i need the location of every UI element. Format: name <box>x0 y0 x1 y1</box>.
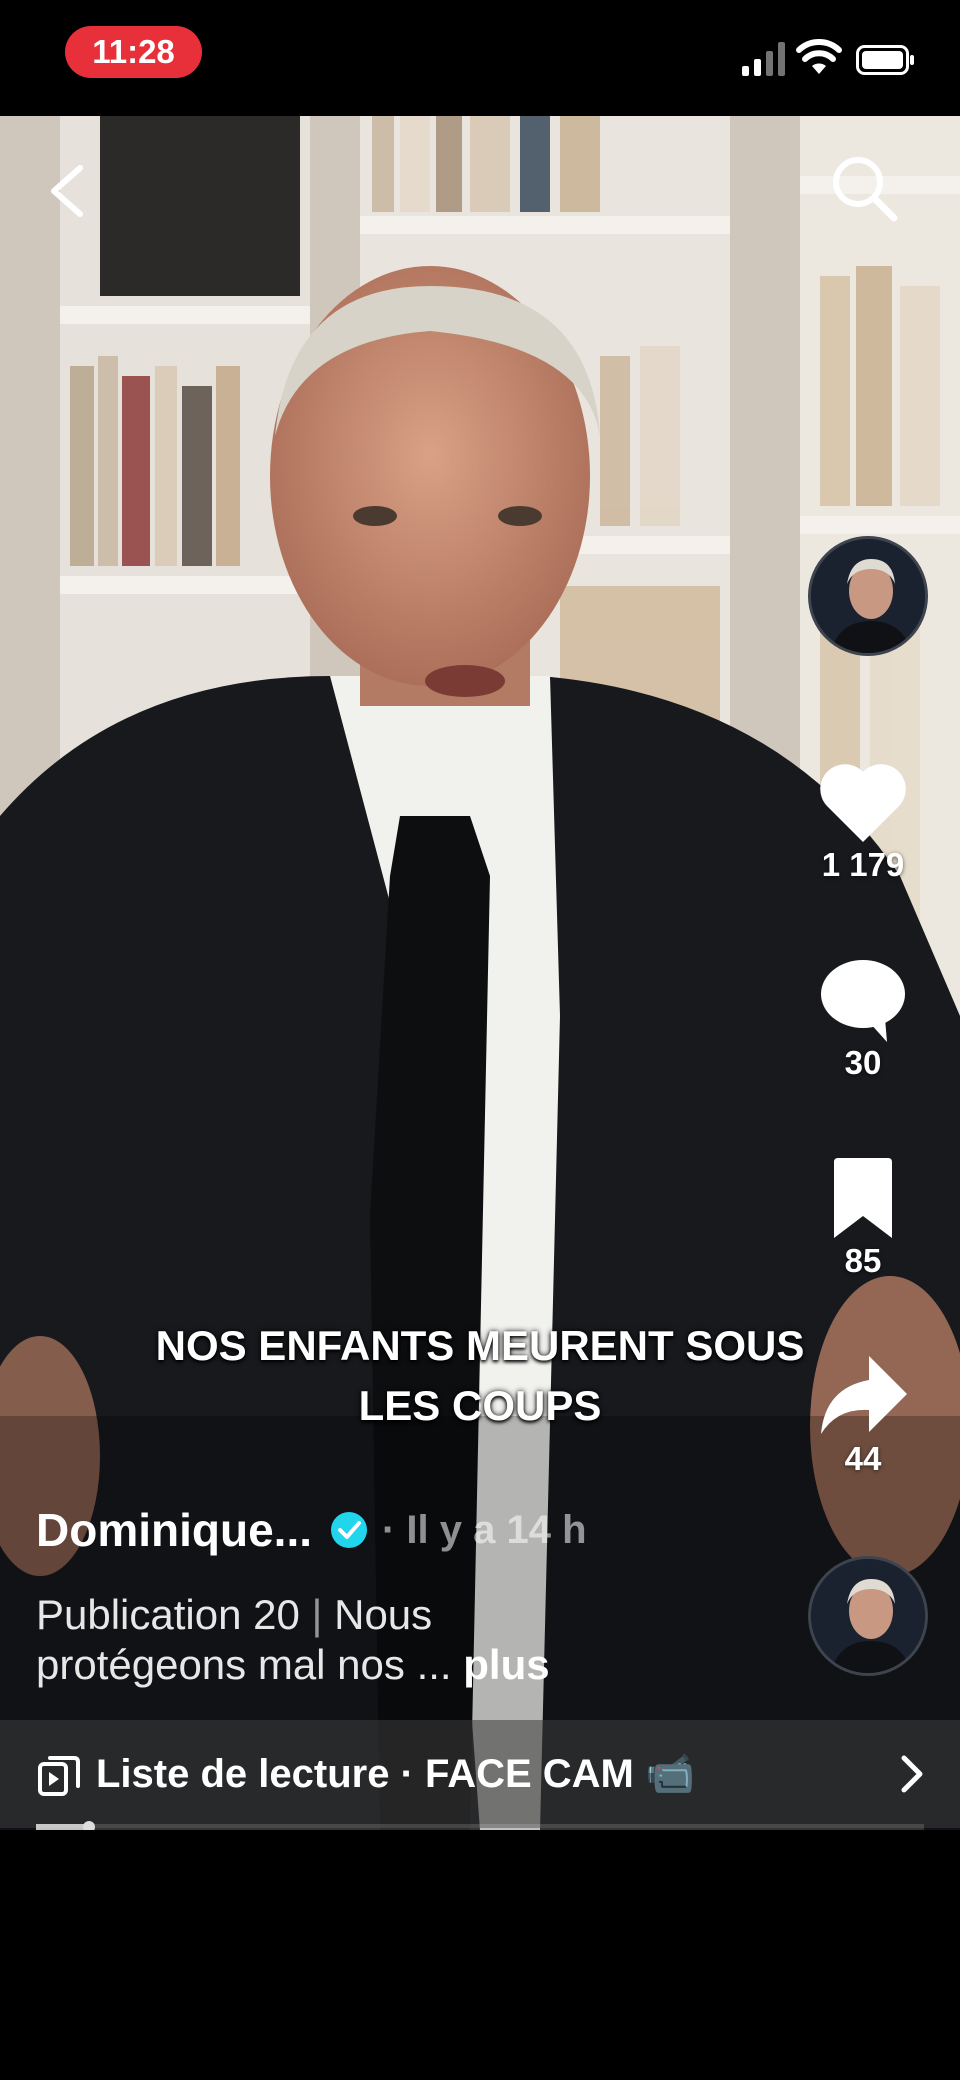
description-text: Publication 20 <box>36 1591 300 1638</box>
more-link[interactable]: plus <box>463 1641 549 1688</box>
share-count: 44 <box>844 1440 882 1477</box>
bottom-area <box>0 1830 960 2080</box>
battery-icon <box>856 45 914 75</box>
chevron-right-icon <box>901 1755 923 1793</box>
description-separator: | <box>299 1591 335 1638</box>
caption-line: LES COUPS <box>358 1382 602 1429</box>
status-bar: 11:28 <box>0 0 960 116</box>
playlist-label: Liste de lecture · FACE CAM 📹 <box>96 1752 695 1796</box>
description-line-2: protégeons mal nos ... plus <box>36 1640 756 1690</box>
comment-bubble-icon <box>821 960 905 1042</box>
author-name[interactable]: Dominique... <box>36 1503 312 1557</box>
comment-button[interactable]: 30 <box>800 958 926 1082</box>
search-icon <box>833 157 898 222</box>
share-button[interactable]: 44 <box>800 1354 926 1478</box>
author-row: Dominique... · Il y a 14 h <box>36 1500 587 1560</box>
post-description[interactable]: Publication 20 | Nous protégeons mal nos… <box>36 1590 756 1690</box>
heart-icon <box>820 764 906 842</box>
verified-badge-icon <box>331 1512 367 1548</box>
bookmark-icon <box>834 1158 892 1238</box>
post-time: · Il y a 14 h <box>382 1507 587 1552</box>
description-line-1: Publication 20 | Nous <box>36 1590 756 1640</box>
save-count: 85 <box>844 1242 882 1279</box>
cellular-signal-icon <box>742 42 785 76</box>
caption-line: NOS ENFANTS MEURENT SOUS <box>155 1322 805 1369</box>
video-caption: NOS ENFANTS MEURENT SOUS LES COUPS <box>60 1316 900 1436</box>
search-button[interactable] <box>828 152 902 226</box>
share-arrow-icon <box>821 1356 907 1434</box>
description-text: Nous <box>334 1591 433 1638</box>
description-text: protégeons mal nos ... <box>36 1641 464 1688</box>
status-time: 11:28 <box>65 26 202 78</box>
back-button[interactable] <box>40 156 96 226</box>
save-button[interactable]: 85 <box>800 1158 926 1280</box>
author-avatar[interactable] <box>808 536 928 656</box>
playlist-bar[interactable]: Liste de lecture · FACE CAM 📹 <box>0 1720 960 1828</box>
wifi-icon <box>796 39 842 74</box>
like-count: 1 179 <box>821 846 905 883</box>
chevron-left-icon <box>51 165 83 217</box>
sound-avatar[interactable] <box>808 1556 928 1676</box>
playlist-icon <box>38 1756 80 1796</box>
comment-count: 30 <box>844 1044 882 1081</box>
like-button[interactable]: 1 179 <box>800 760 926 884</box>
